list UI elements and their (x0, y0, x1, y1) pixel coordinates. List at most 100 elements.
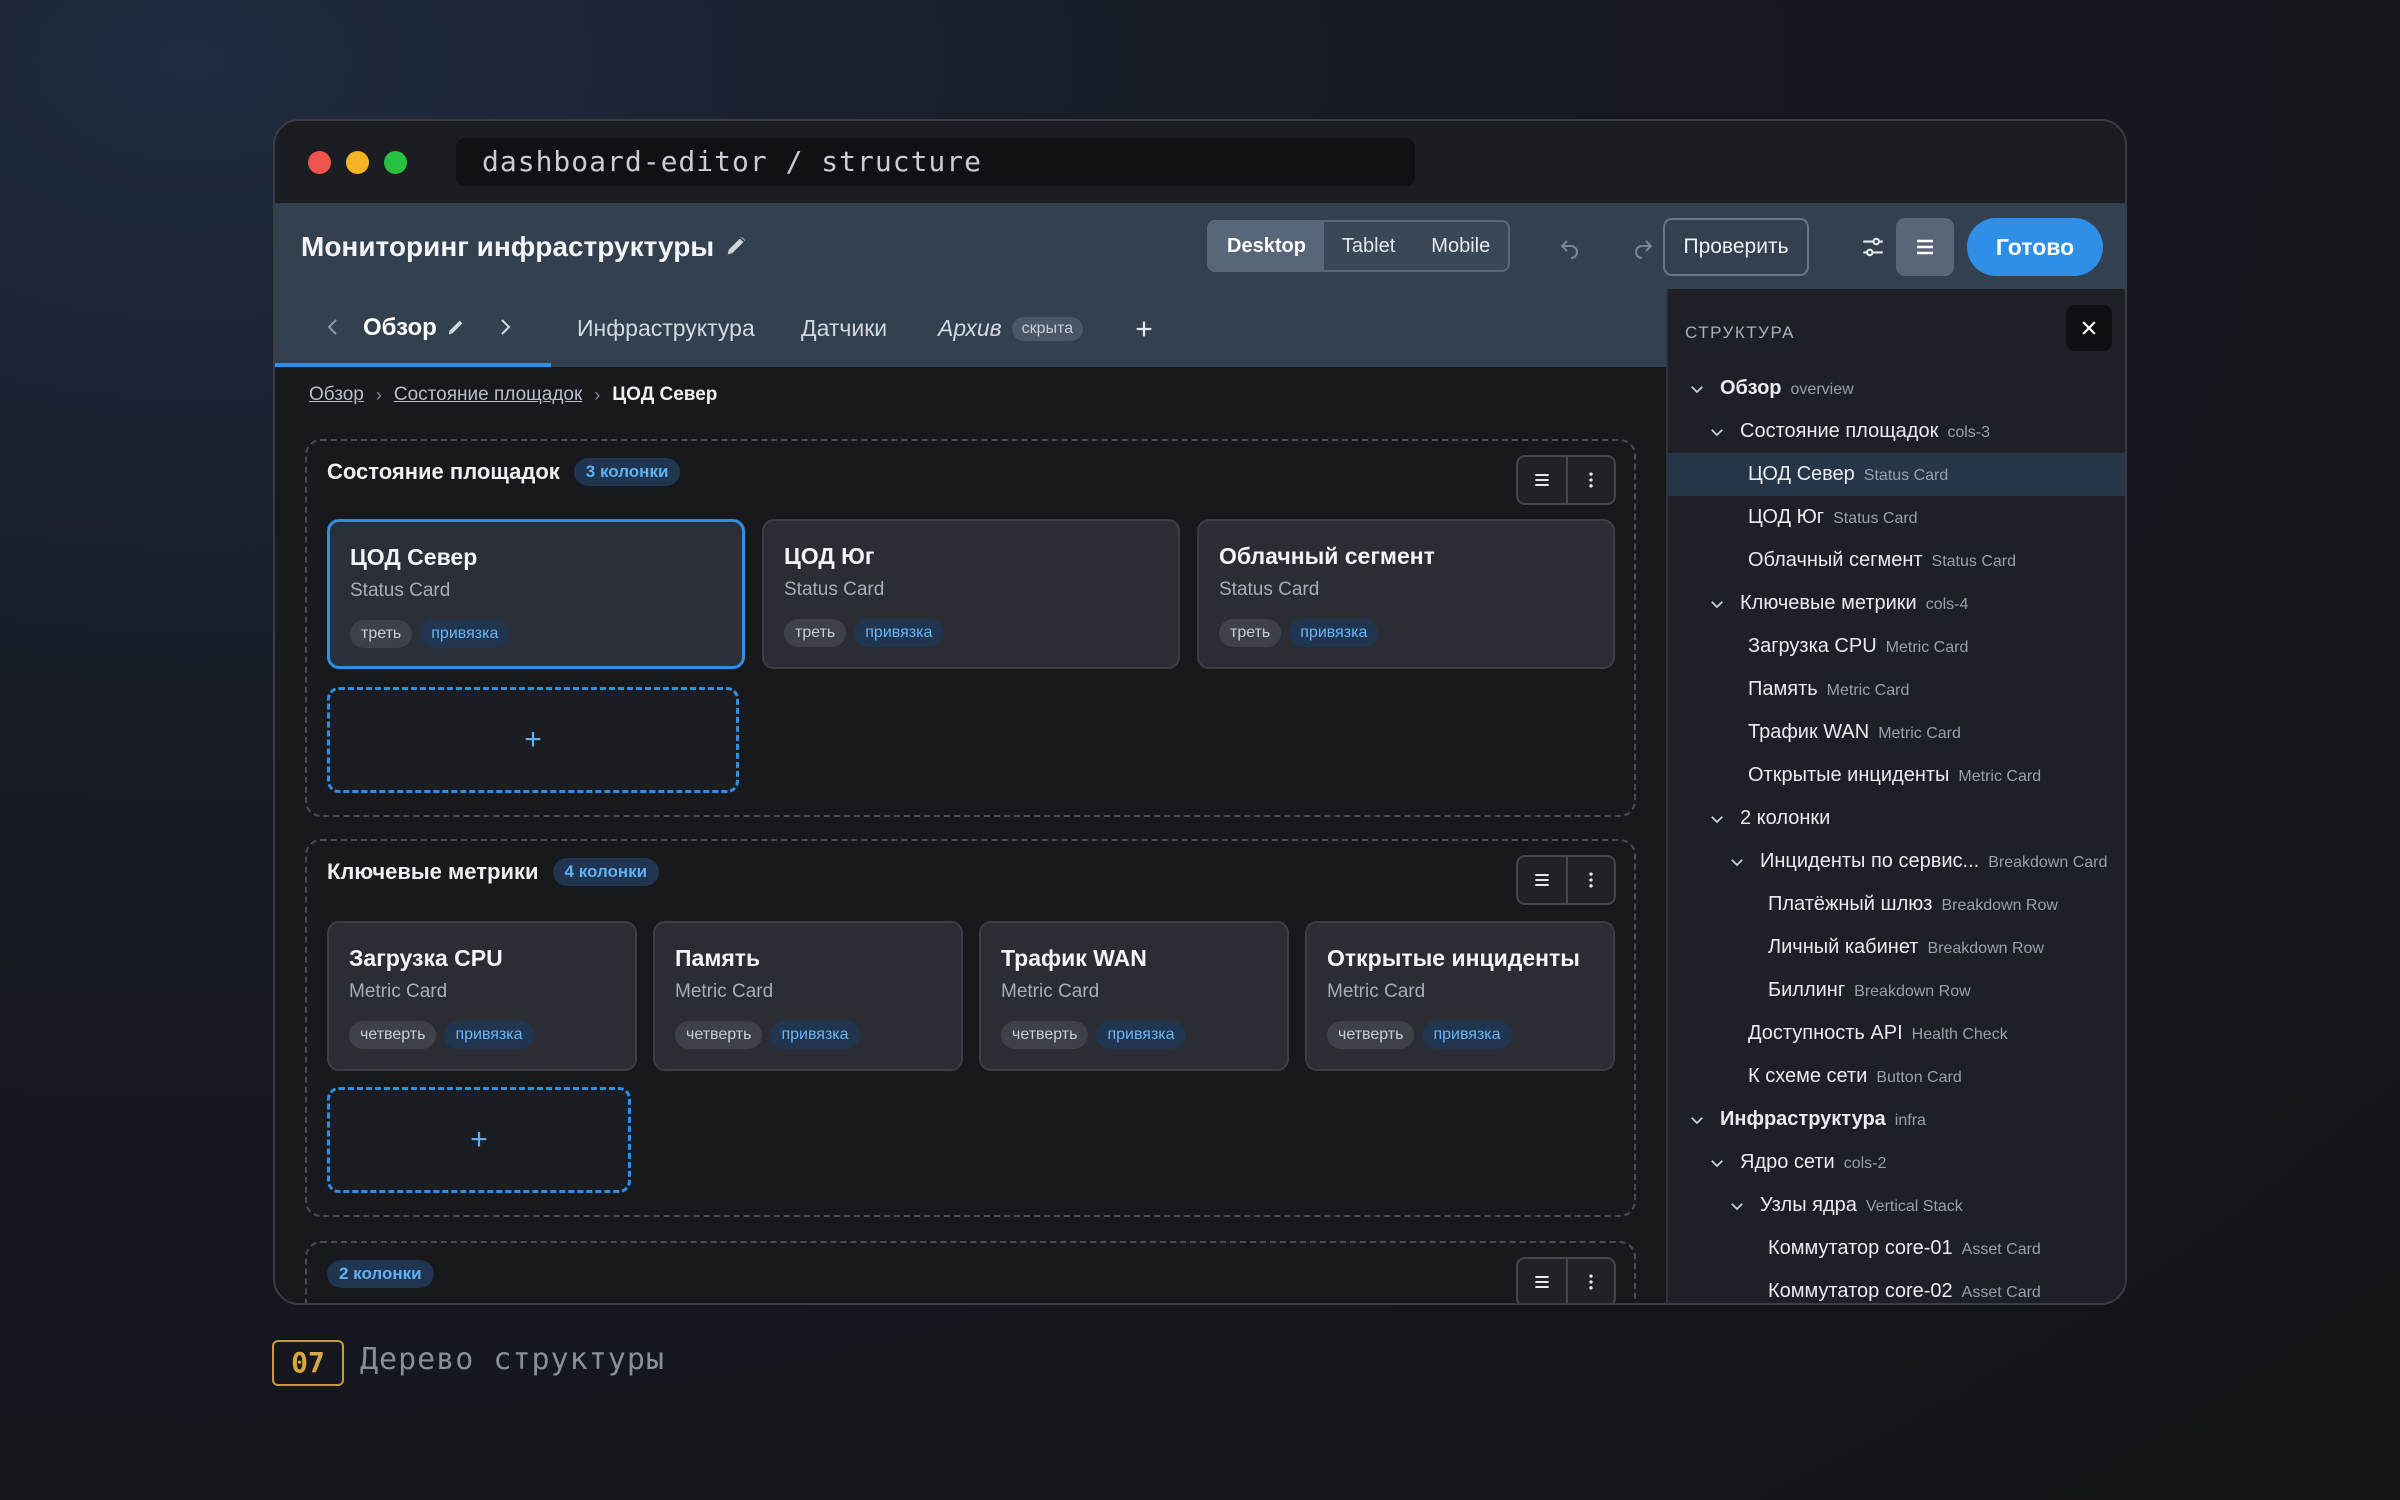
tree-node[interactable]: ЦОД Север Status Card (1668, 453, 2125, 496)
undo-button[interactable] (1546, 223, 1594, 271)
section-more-button[interactable] (1566, 1259, 1614, 1303)
chevron-down-icon[interactable] (1708, 595, 1726, 613)
device-tablet-button[interactable]: Tablet (1324, 222, 1413, 270)
add-widget-slot[interactable]: + (327, 687, 739, 793)
binding-chip[interactable]: привязка (770, 1021, 860, 1049)
tree-node-type: Metric Card (1885, 639, 1969, 656)
structure-toggle-button[interactable] (1896, 218, 1954, 276)
tree-node[interactable]: Платёжный шлюз Breakdown Row (1668, 883, 2125, 926)
tree-node-type: Button Card (1876, 1069, 1962, 1086)
tree-node-label: Инциденты по сервис... (1760, 850, 1980, 872)
tab-overview[interactable]: Обзор (275, 289, 551, 367)
tree-node[interactable]: Личный кабинет Breakdown Row (1668, 926, 2125, 969)
tree-node[interactable]: Состояние площадок cols-3 (1668, 410, 2125, 453)
widget-card[interactable]: Облачный сегмент Status Card треть привяз… (1197, 519, 1615, 669)
tree-node[interactable]: ЦОД Юг Status Card (1668, 496, 2125, 539)
add-tab-icon[interactable] (1133, 318, 1155, 340)
binding-chip[interactable]: привязка (444, 1021, 534, 1049)
list-icon (1535, 1276, 1549, 1288)
tree-node[interactable]: Открытые инциденты Metric Card (1668, 754, 2125, 797)
widget-card[interactable]: Загрузка CPU Metric Card четверть привязк… (327, 921, 637, 1071)
tree-node[interactable]: Узлы ядра Vertical Stack (1668, 1184, 2125, 1227)
tab-archive[interactable]: Архив скрыта (938, 289, 1084, 367)
binding-chip[interactable]: привязка (1422, 1021, 1512, 1049)
tree-node-type: Breakdown Row (1927, 940, 2044, 957)
settings-button[interactable] (1849, 223, 1897, 271)
close-window-button[interactable] (308, 151, 331, 174)
minimize-window-button[interactable] (346, 151, 369, 174)
tree-node[interactable]: Ядро сети cols-2 (1668, 1141, 2125, 1184)
widget-card[interactable]: Память Metric Card четверть привязка (653, 921, 963, 1071)
tree-node[interactable]: Облачный сегмент Status Card (1668, 539, 2125, 582)
tree-node[interactable]: Коммутатор core-01 Asset Card (1668, 1227, 2125, 1270)
tree-node[interactable]: 2 колонки (1668, 797, 2125, 840)
widget-card[interactable]: Открытые инциденты Metric Card четверть п… (1305, 921, 1615, 1071)
breadcrumb-link-sites[interactable]: Состояние площадок (394, 384, 582, 406)
tree-node-type: Status Card (1863, 467, 1949, 484)
tree-node-label: Ядро сети (1740, 1151, 1835, 1173)
tree-node[interactable]: Инциденты по сервис... Breakdown Card (1668, 840, 2125, 883)
chevron-down-icon[interactable] (1688, 1111, 1706, 1129)
tree-node[interactable]: Коммутатор core-02 Asset Card (1668, 1270, 2125, 1303)
validate-button[interactable]: Проверить (1663, 218, 1809, 276)
section-toolbar (1516, 855, 1616, 905)
section-sites-status[interactable]: Состояние площадок 3 колонки ЦОД Север S… (305, 439, 1636, 817)
card-type: Status Card (1219, 579, 1320, 600)
tree-node[interactable]: Инфраструктура infra (1668, 1098, 2125, 1141)
close-panel-button[interactable] (2066, 305, 2112, 351)
done-button[interactable]: Готово (1967, 218, 2103, 276)
section-list-button[interactable] (1518, 457, 1566, 503)
section-list-button[interactable] (1518, 1259, 1566, 1303)
chevron-left-icon[interactable] (321, 315, 345, 339)
tree-node-label: Личный кабинет (1768, 936, 1919, 958)
tree-node[interactable]: Трафик WAN Metric Card (1668, 711, 2125, 754)
tree-node[interactable]: Загрузка CPU Metric Card (1668, 625, 2125, 668)
section-more-button[interactable] (1566, 857, 1614, 903)
chevron-down-icon[interactable] (1708, 810, 1726, 828)
step-number: 07 (272, 1340, 344, 1386)
tree-node-type: Asset Card (1961, 1241, 2041, 1258)
chevron-down-icon[interactable] (1708, 423, 1726, 441)
widget-card[interactable]: ЦОД Юг Status Card треть привязка (762, 519, 1180, 669)
list-icon (1917, 239, 1933, 255)
breadcrumb-link-overview[interactable]: Обзор (309, 384, 364, 406)
view-tabs: Обзор Инфраструктура Датчики Архив скрыта (275, 289, 1666, 367)
pencil-icon[interactable] (723, 231, 751, 259)
chevron-down-icon[interactable] (1708, 1154, 1726, 1172)
widget-card[interactable]: Трафик WAN Metric Card четверть привязка (979, 921, 1289, 1071)
binding-chip[interactable]: привязка (420, 620, 510, 648)
tree-node[interactable]: Биллинг Breakdown Row (1668, 969, 2125, 1012)
tree-node-label: Биллинг (1768, 979, 1846, 1001)
tree-node[interactable]: К схеме сети Button Card (1668, 1055, 2125, 1098)
section-toolbar (1516, 455, 1616, 505)
card-type: Status Card (350, 580, 451, 601)
breadcrumb-separator-icon: › (594, 384, 601, 405)
tree-node[interactable]: Доступность API Health Check (1668, 1012, 2125, 1055)
device-mobile-button[interactable]: Mobile (1413, 222, 1508, 270)
binding-chip[interactable]: привязка (1096, 1021, 1186, 1049)
section-list-button[interactable] (1518, 857, 1566, 903)
card-type: Metric Card (349, 981, 448, 1002)
redo-button[interactable] (1619, 223, 1667, 271)
tab-infrastructure[interactable]: Инфраструктура (577, 289, 755, 367)
tree-node[interactable]: Обзор overview (1668, 367, 2125, 410)
chevron-right-icon[interactable] (493, 315, 517, 339)
tree-node[interactable]: Память Metric Card (1668, 668, 2125, 711)
section-two-columns[interactable]: 2 колонки (305, 1241, 1636, 1303)
tree-node-label: Облачный сегмент (1748, 549, 1923, 571)
tab-archive-label: Архив (938, 315, 1002, 341)
add-widget-slot[interactable]: + (327, 1087, 631, 1193)
binding-chip[interactable]: привязка (854, 619, 944, 647)
chevron-down-icon[interactable] (1728, 1197, 1746, 1215)
tab-sensors[interactable]: Датчики (801, 289, 887, 367)
section-key-metrics[interactable]: Ключевые метрики 4 колонки Загрузка CPU … (305, 839, 1636, 1217)
chevron-down-icon[interactable] (1728, 853, 1746, 871)
tree-node[interactable]: Ключевые метрики cols-4 (1668, 582, 2125, 625)
binding-chip[interactable]: привязка (1289, 619, 1379, 647)
section-more-button[interactable] (1566, 457, 1614, 503)
widget-card[interactable]: ЦОД Север Status Card треть привязка (327, 519, 745, 669)
maximize-window-button[interactable] (384, 151, 407, 174)
device-desktop-button[interactable]: Desktop (1209, 222, 1324, 270)
chevron-down-icon[interactable] (1688, 380, 1706, 398)
pencil-icon[interactable] (445, 316, 467, 338)
